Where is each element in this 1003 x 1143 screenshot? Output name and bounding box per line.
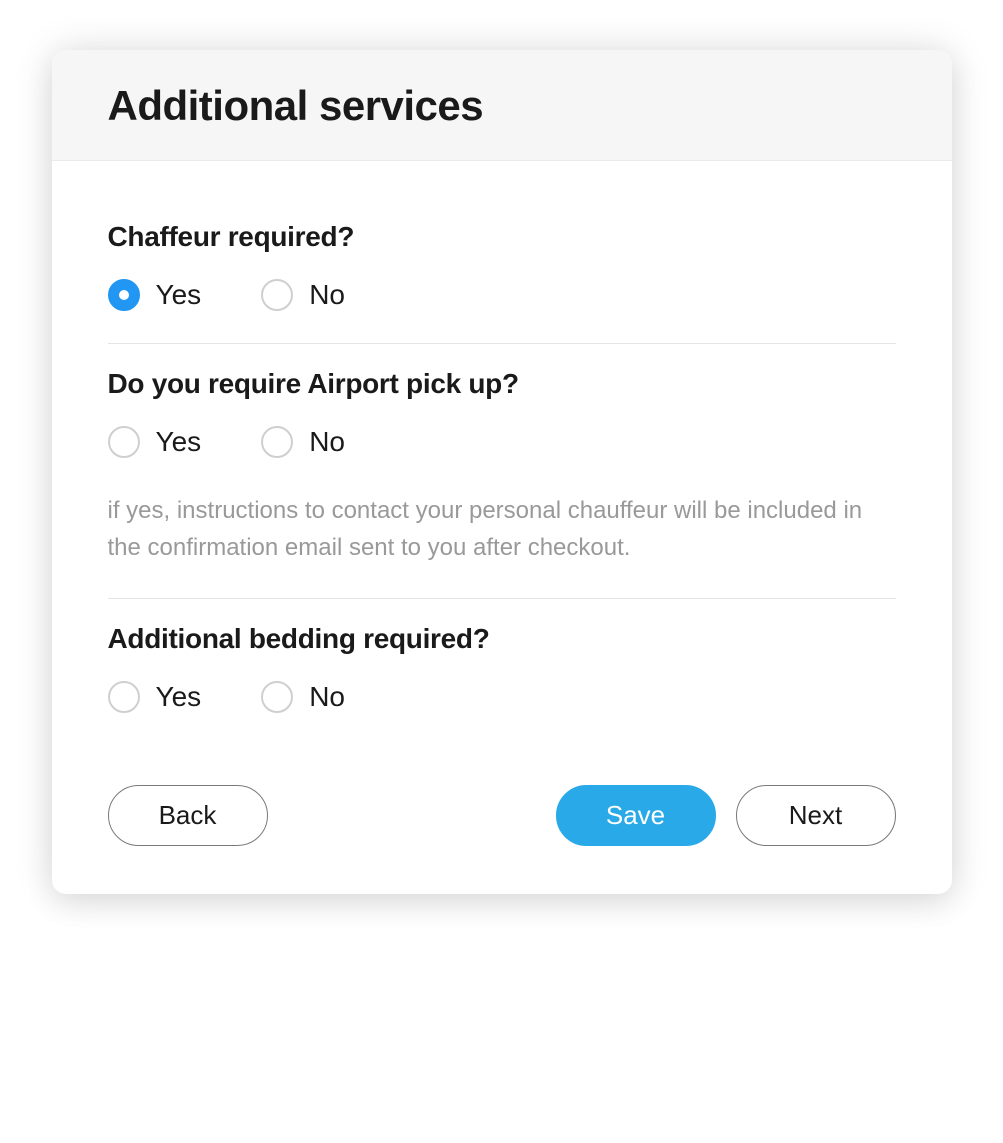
additional-services-card: Additional services Chaffeur required? Y… <box>52 50 952 894</box>
card-body: Chaffeur required? Yes No Do you require… <box>52 161 952 894</box>
radio-icon <box>108 279 140 311</box>
chaffeur-option-no[interactable]: No <box>261 279 345 311</box>
bedding-option-yes[interactable]: Yes <box>108 681 202 713</box>
card-header: Additional services <box>52 50 952 161</box>
radio-label: No <box>309 426 345 458</box>
question-bedding-title: Additional bedding required? <box>108 623 896 655</box>
radio-icon <box>108 681 140 713</box>
question-chaffeur: Chaffeur required? Yes No <box>108 197 896 343</box>
airport-option-yes[interactable]: Yes <box>108 426 202 458</box>
question-airport-title: Do you require Airport pick up? <box>108 368 896 400</box>
radio-label: No <box>309 681 345 713</box>
radio-label: Yes <box>156 279 202 311</box>
bedding-option-no[interactable]: No <box>261 681 345 713</box>
radio-label: No <box>309 279 345 311</box>
radio-icon <box>108 426 140 458</box>
save-button[interactable]: Save <box>556 785 716 846</box>
radio-label: Yes <box>156 681 202 713</box>
question-airport-options: Yes No <box>108 426 896 458</box>
next-button[interactable]: Next <box>736 785 896 846</box>
airport-option-no[interactable]: No <box>261 426 345 458</box>
button-row-right: Save Next <box>556 785 896 846</box>
radio-icon <box>261 681 293 713</box>
radio-icon <box>261 426 293 458</box>
question-bedding: Additional bedding required? Yes No <box>108 599 896 745</box>
card-title: Additional services <box>108 82 896 130</box>
question-chaffeur-options: Yes No <box>108 279 896 311</box>
chaffeur-option-yes[interactable]: Yes <box>108 279 202 311</box>
radio-label: Yes <box>156 426 202 458</box>
radio-icon <box>261 279 293 311</box>
question-bedding-options: Yes No <box>108 681 896 713</box>
button-row: Back Save Next <box>108 785 896 846</box>
airport-help-text: if yes, instructions to contact your per… <box>108 492 896 566</box>
question-airport: Do you require Airport pick up? Yes No i… <box>108 344 896 598</box>
question-chaffeur-title: Chaffeur required? <box>108 221 896 253</box>
back-button[interactable]: Back <box>108 785 268 846</box>
